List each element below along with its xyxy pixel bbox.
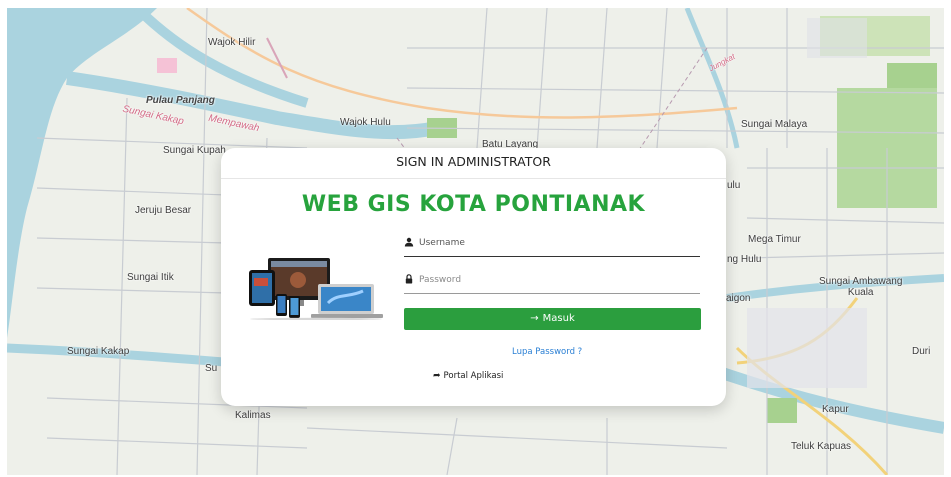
- map-label-jeruju-besar: Jeruju Besar: [135, 205, 192, 216]
- username-input[interactable]: [419, 234, 689, 252]
- map-label-sungai-itik: Sungai Itik: [127, 272, 174, 283]
- password-field: [404, 269, 700, 294]
- portal-aplikasi-label: Portal Aplikasi: [443, 371, 504, 381]
- map-label-wajok-hulu: Wajok Hulu: [340, 117, 391, 128]
- map-label-ng-hulu: ng Hulu: [727, 254, 762, 265]
- map-label-sungai-kupah: Sungai Kupah: [163, 145, 226, 156]
- map-label-sungai-malaya: Sungai Malaya: [741, 119, 808, 130]
- share-icon: ➦: [433, 371, 441, 381]
- lock-icon: [405, 274, 413, 284]
- map-label-duri: Duri: [912, 346, 931, 357]
- arrow-right-icon: →: [530, 313, 539, 324]
- login-card: SIGN IN ADMINISTRATOR WEB GIS KOTA PONTI…: [221, 148, 726, 406]
- map-label-kapur: Kapur: [822, 404, 849, 415]
- masuk-button[interactable]: → Masuk: [404, 308, 701, 330]
- map-label-ulu: ulu: [727, 180, 741, 191]
- map-label-sungai-ambawang: Sungai Ambawang Kuala: [819, 276, 903, 298]
- masuk-button-label: Masuk: [542, 313, 575, 324]
- user-icon: [404, 237, 414, 247]
- portal-aplikasi-link[interactable]: ➦ Portal Aplikasi: [433, 371, 503, 381]
- app-title: WEB GIS KOTA PONTIANAK: [301, 192, 646, 217]
- map-label-kalimas: Kalimas: [235, 410, 271, 421]
- password-input[interactable]: [419, 271, 689, 289]
- map-label-sungai-kakap: Sungai Kakap: [67, 346, 130, 357]
- map-label-teluk-kapuas: Teluk Kapuas: [791, 441, 852, 452]
- map-label-pulau-panjang: Pulau Panjang: [146, 95, 215, 106]
- devices-illustration: [249, 258, 383, 320]
- map-label-aigon: aigon: [726, 293, 751, 304]
- map-label-mega-timur: Mega Timur: [748, 234, 801, 245]
- map-label-su: Su: [205, 363, 218, 374]
- forgot-password-link[interactable]: Lupa Password ?: [512, 347, 582, 357]
- username-field: [404, 232, 700, 257]
- map-label-wajok-hilir: Wajok Hilir: [208, 37, 256, 48]
- login-header: SIGN IN ADMINISTRATOR: [221, 148, 726, 179]
